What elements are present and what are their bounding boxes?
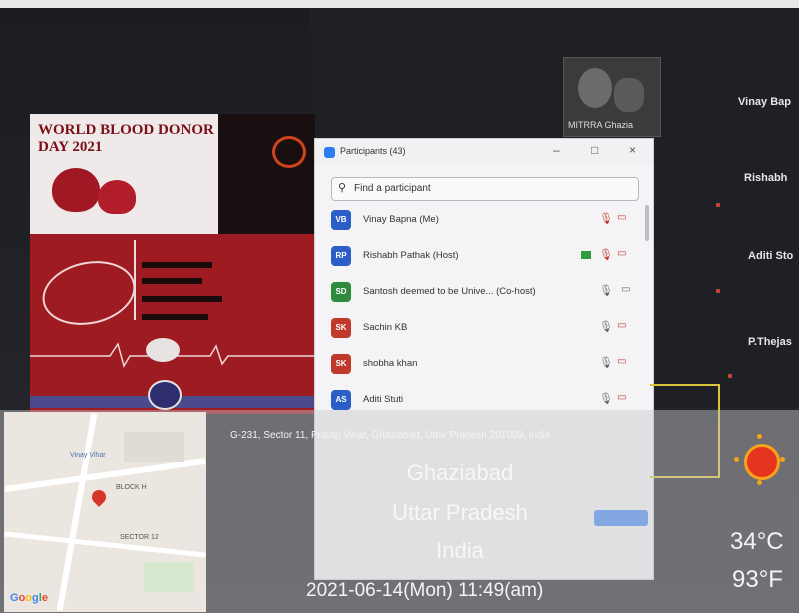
- poster-text-bar: [142, 314, 208, 320]
- participant-avatar: VB: [331, 210, 351, 230]
- window-title-bar[interactable]: Participants (43) – □ ×: [315, 139, 653, 165]
- map-thumbnail[interactable]: [4, 412, 206, 612]
- sun-ray: [757, 434, 762, 439]
- poster-text-bar: [142, 296, 222, 302]
- close-icon[interactable]: ×: [629, 143, 636, 157]
- search-placeholder: Find a participant: [354, 183, 431, 194]
- participant-row[interactable]: SK Sachin KB 🎙 ▭: [315, 311, 645, 347]
- grid-participant-name: Vinay Bap: [738, 96, 791, 108]
- mic-icon[interactable]: 🎙: [599, 320, 613, 333]
- poster-bubble: [146, 338, 180, 362]
- person-silhouette: [614, 78, 644, 112]
- state-text: Uttar Pradesh: [392, 500, 528, 525]
- participant-avatar: RP: [331, 246, 351, 266]
- participant-row[interactable]: RP Rishabh Pathak (Host) 🎙 ▭: [315, 239, 645, 275]
- participant-row[interactable]: SK shobha khan 🎙 ▭: [315, 347, 645, 383]
- poster-divider: [134, 240, 136, 320]
- participant-search-input[interactable]: ⚲ Find a participant: [331, 177, 639, 201]
- audio-indicator: [716, 203, 720, 207]
- minimize-icon[interactable]: –: [553, 143, 560, 157]
- address-text: G-231, Sector 11, Pratap Vihar, Ghaziaba…: [230, 430, 551, 441]
- sun-weather-icon: [744, 444, 780, 480]
- sun-ray: [757, 480, 762, 485]
- window-title: Participants (43): [340, 146, 406, 156]
- map-block: [124, 432, 184, 462]
- zoom-app-icon: [324, 147, 335, 158]
- poster-corner-panel: [218, 114, 315, 234]
- mic-muted-icon[interactable]: 🎙: [599, 248, 613, 261]
- poster-title-line1: WORLD BLOOD DONOR: [38, 122, 214, 138]
- webcam-name: MITRRA Ghazia: [568, 120, 634, 130]
- maximize-icon[interactable]: □: [591, 143, 598, 157]
- video-off-icon[interactable]: ▭: [617, 320, 626, 331]
- map-road: [4, 531, 206, 558]
- grid-participant-name: Aditi Sto: [748, 250, 794, 262]
- participant-row[interactable]: VB Vinay Bapna (Me) 🎙 ▭: [315, 203, 645, 239]
- blood-bag-icon: [52, 168, 100, 212]
- video-off-icon[interactable]: ▭: [617, 212, 626, 223]
- country-text: India: [436, 538, 484, 563]
- poster-text-bar: [142, 262, 212, 268]
- poster-title-line2: DAY 2021: [38, 139, 103, 155]
- map-label: BLOCK H: [116, 484, 147, 491]
- participant-name: Sachin KB: [363, 322, 408, 333]
- datetime-text: 2021-06-14(Mon) 11:49(am): [306, 580, 544, 601]
- temperature-celsius: 34°C: [730, 528, 784, 555]
- participant-name: shobha khan: [363, 358, 418, 369]
- map-park: [144, 562, 194, 592]
- heart-icon: [98, 180, 136, 214]
- participant-name: Aditi Stuti: [363, 394, 404, 405]
- poster-logo-icon: [272, 136, 306, 168]
- sun-ray: [780, 457, 785, 462]
- sun-ray: [734, 457, 739, 462]
- map-label: SECTOR 12: [120, 534, 159, 541]
- participant-avatar: SD: [331, 282, 351, 302]
- participant-name: Vinay Bapna (Me): [363, 214, 439, 225]
- video-off-icon[interactable]: ▭: [617, 392, 626, 403]
- mic-icon[interactable]: 🎙: [599, 392, 613, 405]
- participant-avatar: SK: [331, 318, 351, 338]
- video-icon[interactable]: ▭: [621, 284, 630, 295]
- poster-text-bar: [142, 278, 202, 284]
- video-off-icon[interactable]: ▭: [617, 248, 626, 259]
- video-off-icon[interactable]: ▭: [617, 356, 626, 367]
- participant-avatar: AS: [331, 390, 351, 410]
- participant-row[interactable]: SD Santosh deemed to be Unive... (Co-hos…: [315, 275, 645, 311]
- person-silhouette: [578, 68, 612, 108]
- poster-emblem-icon: [148, 380, 182, 410]
- audio-indicator: [728, 374, 732, 378]
- mic-muted-icon[interactable]: 🎙: [599, 212, 613, 225]
- audio-indicator: [716, 289, 720, 293]
- map-label: Vinay Vihar: [70, 452, 106, 459]
- google-logo: Google: [10, 592, 48, 604]
- poster-title: WORLD BLOOD DONOR DAY 2021: [38, 122, 218, 156]
- grid-participant-name: Rishabh: [744, 172, 788, 184]
- mic-icon[interactable]: 🎙: [599, 356, 613, 369]
- city-text: Ghaziabad: [406, 460, 514, 485]
- map-road: [56, 412, 98, 612]
- map-road: [4, 457, 206, 493]
- temperature-fahrenheit: 93°F: [732, 566, 783, 593]
- screen-share-icon: [581, 251, 591, 259]
- mic-icon[interactable]: 🎙: [599, 284, 613, 297]
- participant-name: Rishabh Pathak (Host): [363, 250, 459, 261]
- webcam-tile[interactable]: MITRRA Ghazia: [563, 57, 661, 137]
- participant-avatar: SK: [331, 354, 351, 374]
- search-icon: ⚲: [338, 182, 347, 194]
- top-strip: [0, 0, 799, 8]
- scrollbar[interactable]: [645, 205, 649, 241]
- grid-participant-name: P.Thejas: [748, 336, 792, 348]
- participant-name: Santosh deemed to be Unive... (Co-host): [363, 286, 536, 297]
